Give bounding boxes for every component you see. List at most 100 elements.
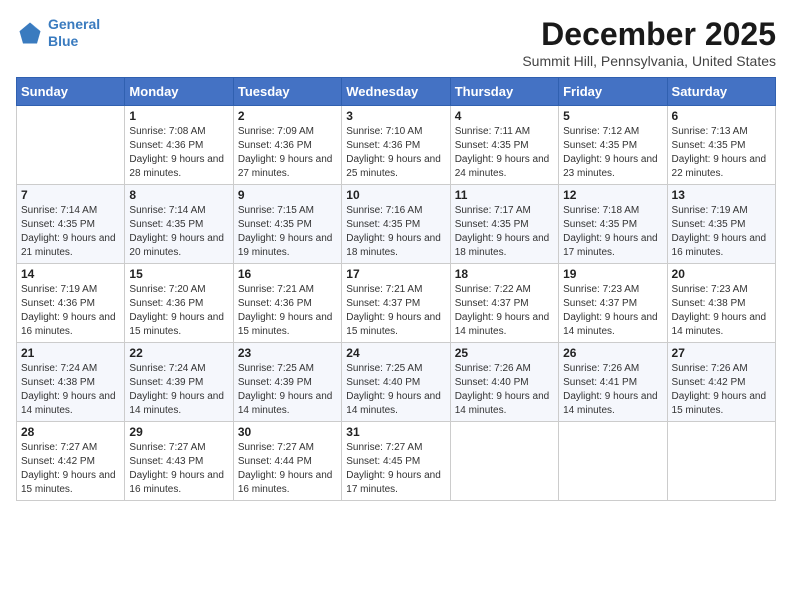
cell-sun-info: Sunrise: 7:27 AMSunset: 4:45 PMDaylight:… [346, 441, 445, 497]
title-area: December 2025 Summit Hill, Pennsylvania,… [522, 16, 776, 69]
calendar-cell: 24Sunrise: 7:25 AMSunset: 4:40 PMDayligh… [342, 343, 450, 422]
cell-sun-info: Sunrise: 7:24 AMSunset: 4:38 PMDaylight:… [21, 362, 120, 418]
cell-sun-info: Sunrise: 7:21 AMSunset: 4:37 PMDaylight:… [346, 283, 445, 339]
day-number: 4 [455, 109, 554, 123]
cell-sun-info: Sunrise: 7:19 AMSunset: 4:36 PMDaylight:… [21, 283, 120, 339]
day-number: 24 [346, 346, 445, 360]
calendar-cell: 8 Sunrise: 7:14 AMSunset: 4:35 PMDaylight… [125, 185, 233, 264]
header-thursday: Thursday [450, 78, 558, 106]
calendar-cell: 28 Sunrise: 7:27 AMSunset: 4:42 PMDayligh… [17, 422, 125, 501]
cell-sun-info: Sunrise: 7:12 AMSunset: 4:35 PMDaylight:… [563, 125, 662, 181]
calendar-week-0: 1 Sunrise: 7:08 AMSunset: 4:36 PMDaylight… [17, 106, 776, 185]
cell-sun-info: Sunrise: 7:26 AMSunset: 4:41 PMDaylight:… [563, 362, 662, 418]
calendar-week-4: 28 Sunrise: 7:27 AMSunset: 4:42 PMDayligh… [17, 422, 776, 501]
calendar-cell: 29 Sunrise: 7:27 AMSunset: 4:43 PMDayligh… [125, 422, 233, 501]
cell-sun-info: Sunrise: 7:25 AMSunset: 4:39 PMDaylight:… [238, 362, 337, 418]
cell-sun-info: Sunrise: 7:15 AMSunset: 4:35 PMDaylight:… [238, 204, 337, 260]
day-number: 12 [563, 188, 662, 202]
cell-sun-info: Sunrise: 7:24 AMSunset: 4:39 PMDaylight:… [129, 362, 228, 418]
day-number: 9 [238, 188, 337, 202]
calendar: SundayMondayTuesdayWednesdayThursdayFrid… [16, 77, 776, 501]
day-number: 28 [21, 425, 120, 439]
calendar-cell: 26Sunrise: 7:26 AMSunset: 4:41 PMDayligh… [559, 343, 667, 422]
day-number: 1 [129, 109, 228, 123]
calendar-cell: 20Sunrise: 7:23 AMSunset: 4:38 PMDayligh… [667, 264, 775, 343]
cell-sun-info: Sunrise: 7:20 AMSunset: 4:36 PMDaylight:… [129, 283, 228, 339]
calendar-cell: 7Sunrise: 7:14 AMSunset: 4:35 PMDaylight… [17, 185, 125, 264]
day-number: 2 [238, 109, 337, 123]
calendar-cell [559, 422, 667, 501]
calendar-cell: 27Sunrise: 7:26 AMSunset: 4:42 PMDayligh… [667, 343, 775, 422]
header-tuesday: Tuesday [233, 78, 341, 106]
header-sunday: Sunday [17, 78, 125, 106]
day-number: 3 [346, 109, 445, 123]
cell-sun-info: Sunrise: 7:18 AMSunset: 4:35 PMDaylight:… [563, 204, 662, 260]
cell-sun-info: Sunrise: 7:26 AMSunset: 4:40 PMDaylight:… [455, 362, 554, 418]
calendar-week-3: 21 Sunrise: 7:24 AMSunset: 4:38 PMDayligh… [17, 343, 776, 422]
calendar-cell: 19Sunrise: 7:23 AMSunset: 4:37 PMDayligh… [559, 264, 667, 343]
calendar-cell: 11Sunrise: 7:17 AMSunset: 4:35 PMDayligh… [450, 185, 558, 264]
cell-sun-info: Sunrise: 7:21 AMSunset: 4:36 PMDaylight:… [238, 283, 337, 339]
cell-sun-info: Sunrise: 7:16 AMSunset: 4:35 PMDaylight:… [346, 204, 445, 260]
calendar-cell: 3 Sunrise: 7:10 AMSunset: 4:36 PMDaylight… [342, 106, 450, 185]
logo-text: General Blue [48, 16, 100, 50]
calendar-cell: 22 Sunrise: 7:24 AMSunset: 4:39 PMDayligh… [125, 343, 233, 422]
calendar-cell [667, 422, 775, 501]
cell-sun-info: Sunrise: 7:08 AMSunset: 4:36 PMDaylight:… [129, 125, 228, 181]
day-number: 23 [238, 346, 337, 360]
calendar-cell [450, 422, 558, 501]
calendar-cell: 23 Sunrise: 7:25 AMSunset: 4:39 PMDayligh… [233, 343, 341, 422]
cell-sun-info: Sunrise: 7:14 AMSunset: 4:35 PMDaylight:… [129, 204, 228, 260]
day-number: 20 [672, 267, 771, 281]
day-number: 14 [21, 267, 120, 281]
cell-sun-info: Sunrise: 7:27 AMSunset: 4:42 PMDaylight:… [21, 441, 120, 497]
calendar-cell [17, 106, 125, 185]
calendar-cell: 10 Sunrise: 7:16 AMSunset: 4:35 PMDayligh… [342, 185, 450, 264]
cell-sun-info: Sunrise: 7:19 AMSunset: 4:35 PMDaylight:… [672, 204, 771, 260]
calendar-cell: 2 Sunrise: 7:09 AMSunset: 4:36 PMDaylight… [233, 106, 341, 185]
cell-sun-info: Sunrise: 7:27 AMSunset: 4:43 PMDaylight:… [129, 441, 228, 497]
cell-sun-info: Sunrise: 7:27 AMSunset: 4:44 PMDaylight:… [238, 441, 337, 497]
cell-sun-info: Sunrise: 7:09 AMSunset: 4:36 PMDaylight:… [238, 125, 337, 181]
calendar-cell: 18 Sunrise: 7:22 AMSunset: 4:37 PMDayligh… [450, 264, 558, 343]
day-number: 29 [129, 425, 228, 439]
cell-sun-info: Sunrise: 7:17 AMSunset: 4:35 PMDaylight:… [455, 204, 554, 260]
day-number: 25 [455, 346, 554, 360]
calendar-week-1: 7 Sunrise: 7:14 AMSunset: 4:35 PMDaylight… [17, 185, 776, 264]
day-number: 31 [346, 425, 445, 439]
day-number: 8 [129, 188, 228, 202]
calendar-cell: 13 Sunrise: 7:19 AMSunset: 4:35 PMDayligh… [667, 185, 775, 264]
day-number: 7 [21, 188, 120, 202]
day-number: 10 [346, 188, 445, 202]
cell-sun-info: Sunrise: 7:26 AMSunset: 4:42 PMDaylight:… [672, 362, 771, 418]
calendar-cell: 17Sunrise: 7:21 AMSunset: 4:37 PMDayligh… [342, 264, 450, 343]
calendar-cell: 21 Sunrise: 7:24 AMSunset: 4:38 PMDayligh… [17, 343, 125, 422]
logo: General Blue [16, 16, 100, 50]
calendar-cell: 31 Sunrise: 7:27 AMSunset: 4:45 PMDayligh… [342, 422, 450, 501]
day-number: 16 [238, 267, 337, 281]
header-monday: Monday [125, 78, 233, 106]
cell-sun-info: Sunrise: 7:13 AMSunset: 4:35 PMDaylight:… [672, 125, 771, 181]
day-number: 15 [129, 267, 228, 281]
calendar-cell: 5Sunrise: 7:12 AMSunset: 4:35 PMDaylight… [559, 106, 667, 185]
cell-sun-info: Sunrise: 7:22 AMSunset: 4:37 PMDaylight:… [455, 283, 554, 339]
location-title: Summit Hill, Pennsylvania, United States [522, 53, 776, 69]
calendar-cell: 9 Sunrise: 7:15 AMSunset: 4:35 PMDaylight… [233, 185, 341, 264]
calendar-cell: 12 Sunrise: 7:18 AMSunset: 4:35 PMDayligh… [559, 185, 667, 264]
calendar-cell: 1 Sunrise: 7:08 AMSunset: 4:36 PMDaylight… [125, 106, 233, 185]
day-number: 22 [129, 346, 228, 360]
calendar-cell: 30 Sunrise: 7:27 AMSunset: 4:44 PMDayligh… [233, 422, 341, 501]
day-number: 13 [672, 188, 771, 202]
logo-icon [16, 19, 44, 47]
calendar-week-2: 14 Sunrise: 7:19 AMSunset: 4:36 PMDayligh… [17, 264, 776, 343]
day-number: 19 [563, 267, 662, 281]
day-number: 18 [455, 267, 554, 281]
day-number: 30 [238, 425, 337, 439]
month-title: December 2025 [522, 16, 776, 53]
cell-sun-info: Sunrise: 7:11 AMSunset: 4:35 PMDaylight:… [455, 125, 554, 181]
calendar-cell: 15 Sunrise: 7:20 AMSunset: 4:36 PMDayligh… [125, 264, 233, 343]
calendar-header-row: SundayMondayTuesdayWednesdayThursdayFrid… [17, 78, 776, 106]
day-number: 6 [672, 109, 771, 123]
day-number: 21 [21, 346, 120, 360]
cell-sun-info: Sunrise: 7:10 AMSunset: 4:36 PMDaylight:… [346, 125, 445, 181]
